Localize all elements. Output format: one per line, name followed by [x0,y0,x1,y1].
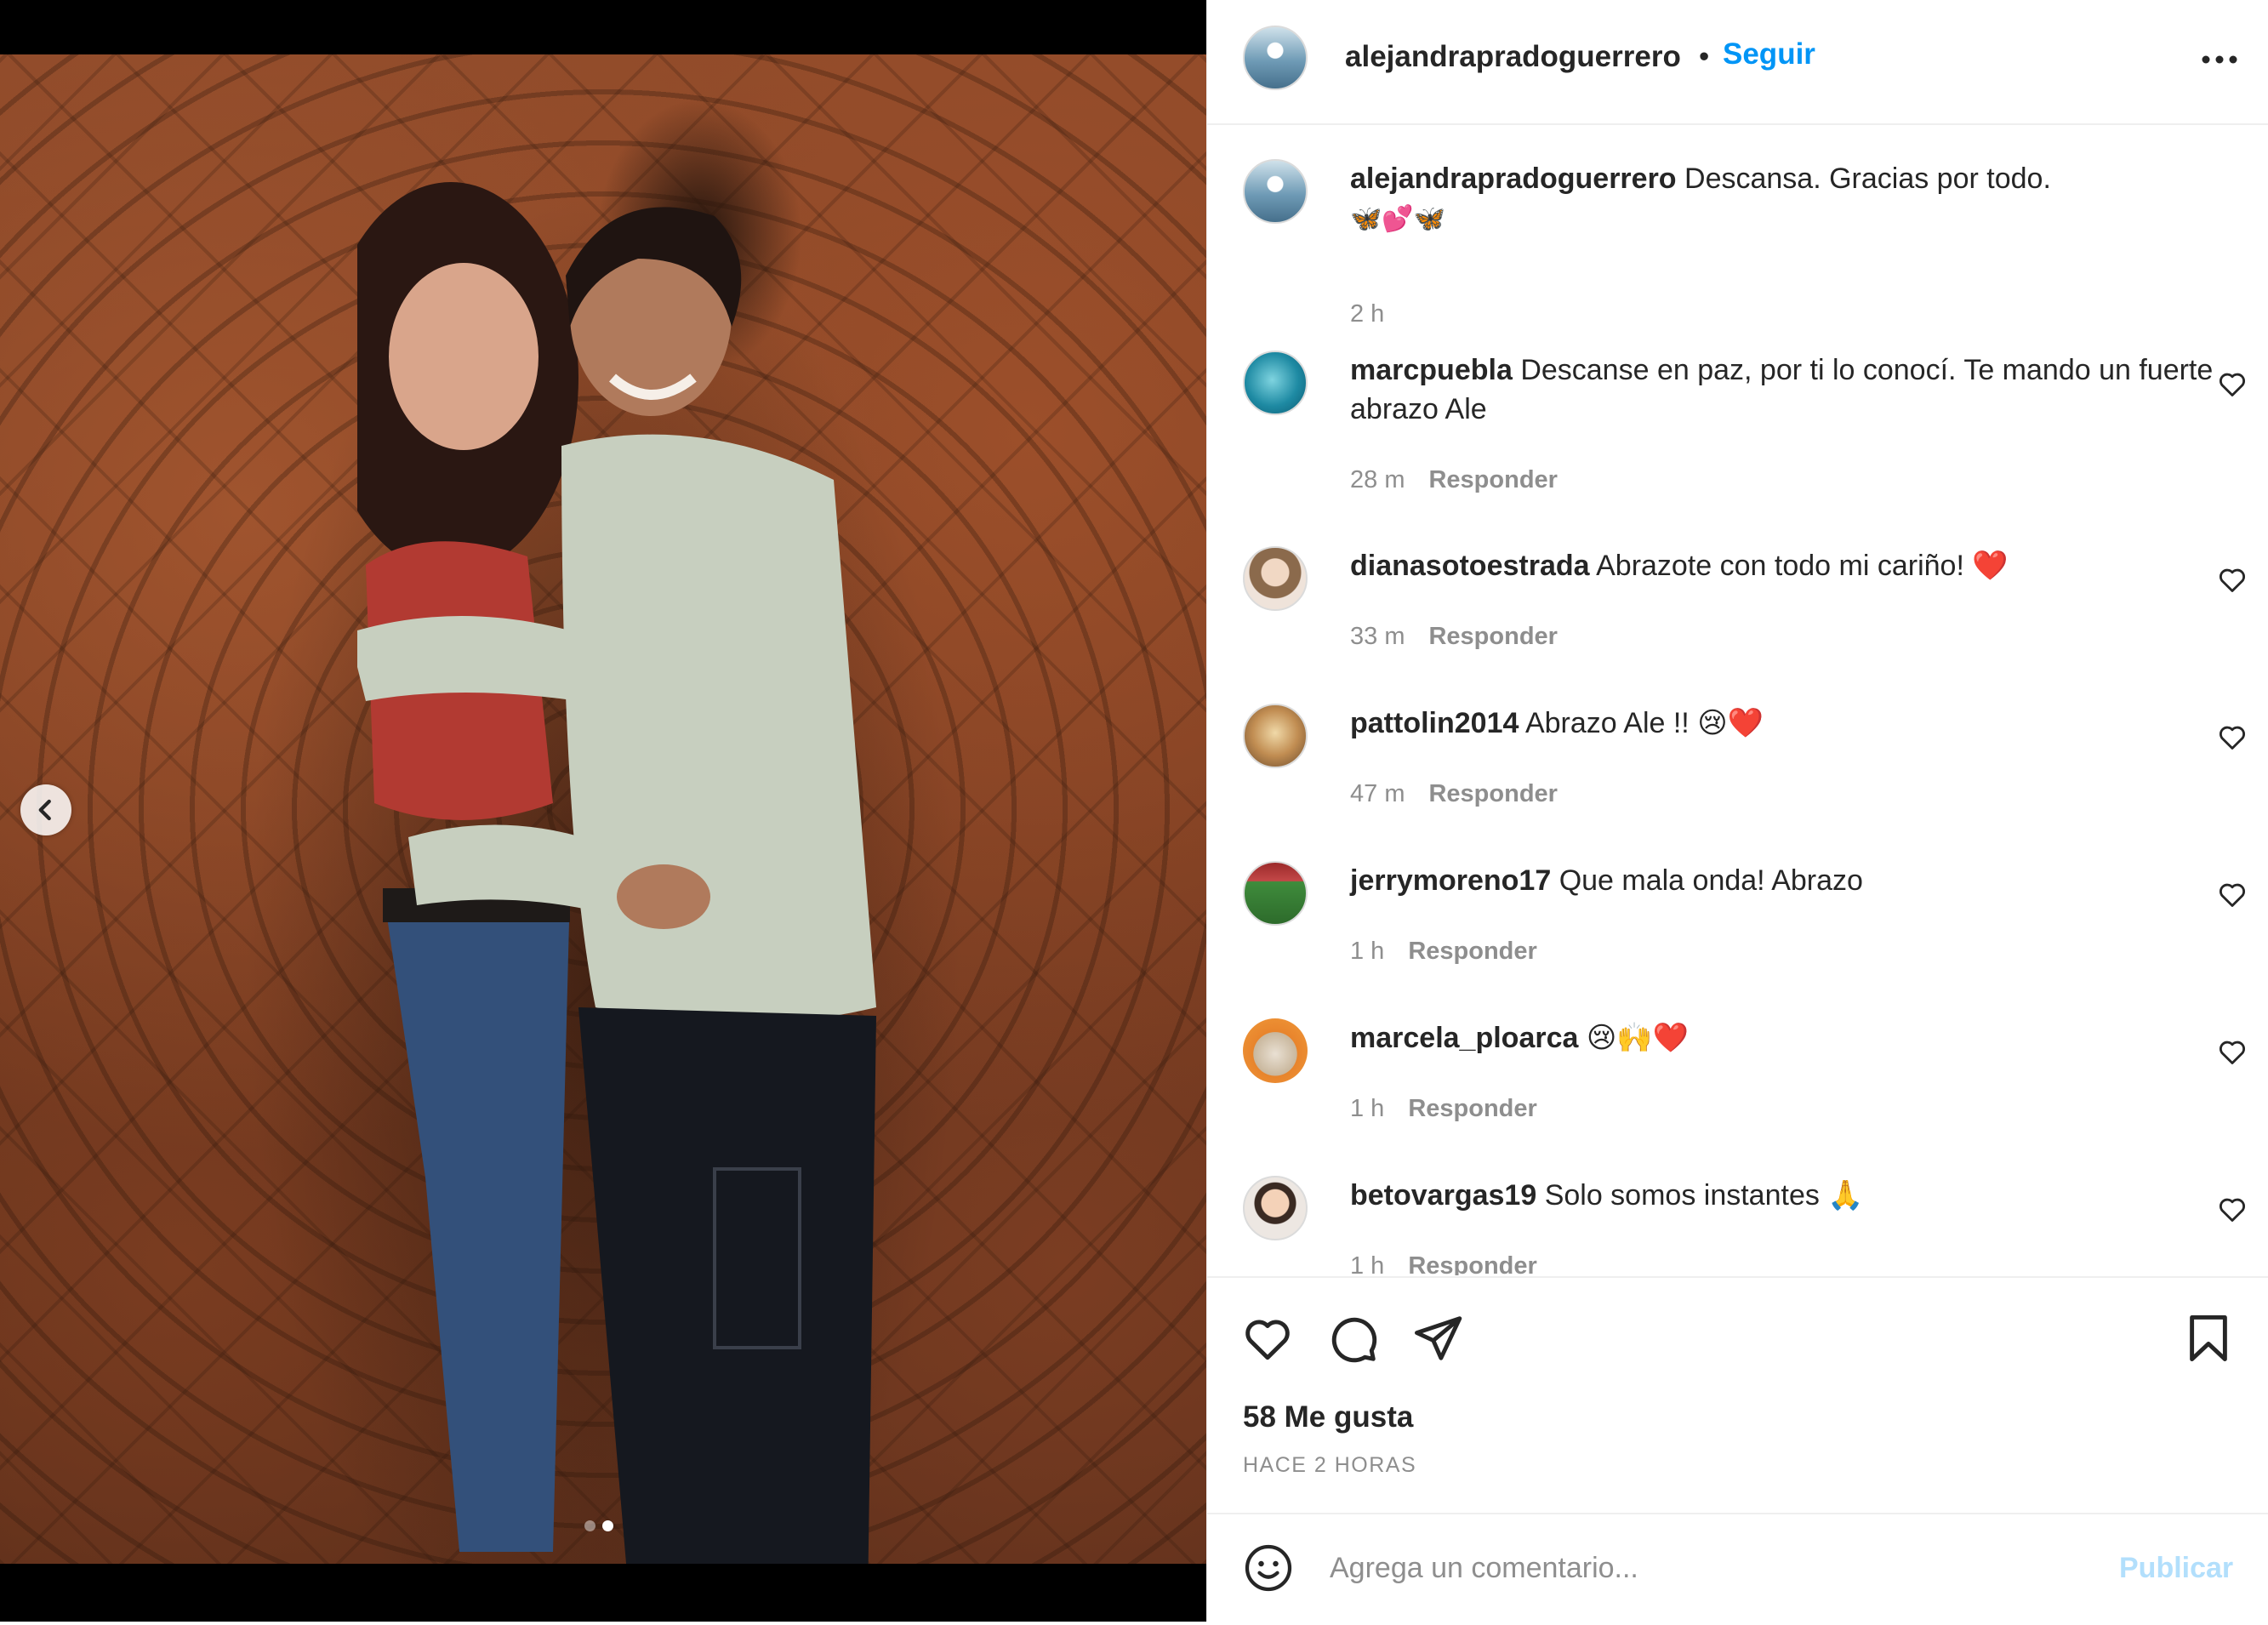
post-side-panel: alejandrapradoguerrero • Seguir alejandr… [1206,0,2268,1622]
comment-time[interactable]: 1 h [1350,938,1384,965]
comment-icon[interactable] [1326,1312,1379,1365]
comment-body: Que mala onda! Abrazo [1559,864,1863,897]
reply-button[interactable]: Responder [1428,780,1557,807]
caption-meta: 2 h [1350,300,1384,328]
comment-meta: 1 h Responder [1350,1252,1537,1275]
author-avatar[interactable] [1243,26,1308,90]
header-separator: • [1699,40,1710,73]
caption-item: alejandrapradoguerrero Descansa. Gracias… [1207,159,2268,328]
comment-username[interactable]: marcela_ploarca [1350,1022,1578,1054]
comment-text: marcela_ploarca 😢🙌❤️ [1350,1018,2218,1058]
heart-icon[interactable] [1241,1312,1294,1365]
comment-meta: 1 h Responder [1350,1095,1537,1123]
comment-time[interactable]: 47 m [1350,780,1405,807]
caption-text: alejandrapradoguerrero Descansa. Gracias… [1350,159,2218,239]
more-icon [2202,55,2237,64]
comment-meta: 1 h Responder [1350,938,1537,966]
comment-like-icon[interactable] [2216,563,2248,596]
share-icon[interactable] [1411,1312,1464,1365]
comment-like-icon[interactable] [2216,368,2248,400]
carousel-prev-button[interactable] [20,784,71,835]
reply-button[interactable]: Responder [1428,466,1557,493]
more-options-button[interactable] [2194,34,2245,85]
carousel-dot [584,1520,595,1531]
post-timestamp[interactable]: HACE 2 HORAS [1243,1453,1416,1478]
comment-username[interactable]: marcpuebla [1350,354,1513,386]
comment-meta: 33 m Responder [1350,623,1558,651]
commenter-avatar[interactable] [1243,1176,1308,1240]
reply-button[interactable]: Responder [1408,1095,1536,1122]
comment-username[interactable]: alejandrapradoguerrero [1350,162,1677,195]
post-media [0,0,1206,1622]
author-avatar[interactable] [1243,159,1308,224]
comment-text: marcpuebla Descanse en paz, por ti lo co… [1350,351,2218,429]
comment-username[interactable]: betovargas19 [1350,1179,1536,1212]
comment-like-icon[interactable] [2216,878,2248,910]
carousel-dot-active [602,1520,613,1531]
comment-like-icon[interactable] [2216,1035,2248,1068]
comment-like-icon[interactable] [2216,1193,2248,1225]
add-comment-bar: Publicar [1207,1513,2268,1625]
commenter-avatar[interactable] [1243,861,1308,926]
commenter-avatar[interactable] [1243,704,1308,768]
chevron-left-icon [38,799,51,821]
comment-text: pattolin2014 Abrazo Ale !! 😢❤️ [1350,704,2218,743]
reply-button[interactable]: Responder [1408,938,1536,965]
comment-text: dianasotoestrada Abrazote con todo mi ca… [1350,546,2218,585]
bookmark-icon[interactable] [2182,1312,2235,1365]
post-actions: 58 Me gusta HACE 2 HORAS Publicar [1207,1276,2268,1623]
comment-meta: 47 m Responder [1350,780,1558,808]
comment-text: betovargas19 Solo somos instantes 🙏 [1350,1176,2218,1215]
comment-username[interactable]: jerrymoreno17 [1350,864,1551,897]
comment-body: 😢🙌❤️ [1586,1022,1689,1054]
comments-list[interactable]: alejandrapradoguerrero Descansa. Gracias… [1207,125,2268,1275]
post-photo [0,54,1206,1564]
likes-count[interactable]: 58 Me gusta [1243,1400,1413,1434]
comment-body: Abrazote con todo mi cariño! ❤️ [1596,550,2009,582]
commenter-avatar[interactable] [1243,546,1308,611]
comment-time[interactable]: 2 h [1350,300,1384,328]
publish-button[interactable]: Publicar [2119,1552,2233,1585]
comment-like-icon[interactable] [2216,721,2248,753]
follow-button[interactable]: Seguir [1723,37,1815,71]
caption-body: Descansa. Gracias por todo. [1684,162,2051,195]
comment-username[interactable]: pattolin2014 [1350,707,1519,739]
emoji-icon[interactable] [1243,1542,1294,1594]
author-username[interactable]: alejandrapradoguerrero [1345,40,1681,74]
comment-time[interactable]: 28 m [1350,466,1405,493]
comment-body: Solo somos instantes 🙏 [1544,1179,1864,1212]
post-header: alejandrapradoguerrero • Seguir [1207,0,2268,125]
commenter-avatar[interactable] [1243,1018,1308,1083]
comment-time[interactable]: 33 m [1350,623,1405,650]
caption-emojis: 🦋💕🦋 [1350,204,1446,234]
comment-input[interactable] [1328,1542,2046,1594]
commenter-avatar[interactable] [1243,351,1308,415]
comment-time[interactable]: 1 h [1350,1095,1384,1122]
comment-time[interactable]: 1 h [1350,1252,1384,1275]
comment-text: jerrymoreno17 Que mala onda! Abrazo [1350,861,2218,900]
reply-button[interactable]: Responder [1428,623,1557,650]
comment-body: Abrazo Ale !! 😢❤️ [1524,707,1764,739]
carousel-indicator [584,1520,613,1531]
comment-username[interactable]: dianasotoestrada [1350,550,1590,582]
photo-couple-illustration [357,182,876,1564]
comment-meta: 28 m Responder [1350,466,1558,494]
reply-button[interactable]: Responder [1408,1252,1536,1275]
